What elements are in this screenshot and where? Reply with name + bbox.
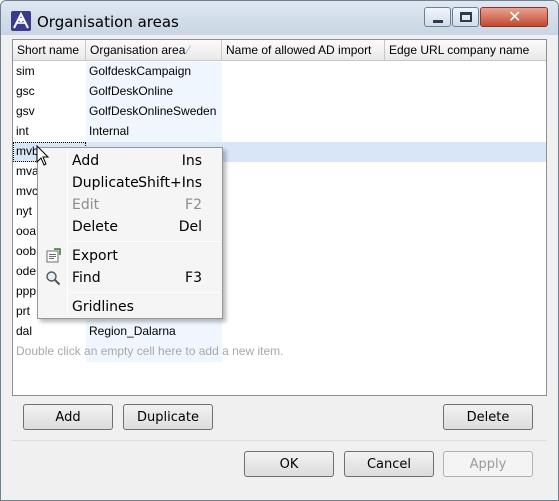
ok-button[interactable]: OK <box>244 451 334 477</box>
apply-button: Apply <box>443 451 533 477</box>
menu-item-shortcut: F2 <box>185 197 202 213</box>
short-name-cell[interactable]: gsv <box>13 102 86 122</box>
short-name-cell[interactable]: dal <box>13 322 86 342</box>
add-button[interactable]: Add <box>23 404 113 430</box>
close-icon: ✕ <box>508 9 522 26</box>
minimize-icon <box>433 20 443 23</box>
short-name-cell[interactable]: gsc <box>13 82 86 102</box>
maximize-icon <box>460 12 472 22</box>
column-header-organisation-area[interactable]: Organisation area ⁄ <box>86 40 222 61</box>
context-menu: Add Ins Duplicate Shift+Ins Edit F2 Dele… <box>37 147 223 319</box>
menu-item-label: Duplicate <box>72 175 139 191</box>
short-name-cell[interactable]: int <box>13 122 86 142</box>
table-row[interactable]: dal Region_Dalarna <box>13 322 546 342</box>
table-row[interactable]: gsc GolfDeskOnline <box>13 82 546 102</box>
menu-item-edit: Edit F2 <box>40 194 220 216</box>
menu-item-find[interactable]: Find F3 <box>40 267 220 289</box>
column-header-edge-url[interactable]: Edge URL company name <box>385 40 546 61</box>
close-button[interactable]: ✕ <box>480 7 548 27</box>
ascentia-logo-icon <box>11 11 31 31</box>
mouse-pointer-icon <box>36 144 50 167</box>
menu-item-label: Export <box>72 248 118 264</box>
menu-item-label: Delete <box>72 219 118 235</box>
menu-item-duplicate[interactable]: Duplicate Shift+Ins <box>40 172 220 194</box>
menu-item-label: Find <box>72 270 101 286</box>
organisation-area-cell[interactable]: GolfDeskOnlineSweden <box>86 102 222 122</box>
menu-separator <box>70 292 220 293</box>
table-row[interactable]: sim GolfdeskCampaign <box>13 62 546 82</box>
add-item-hint: Double click an empty cell here to add a… <box>16 344 284 358</box>
column-header-short-name[interactable]: Short name <box>13 40 86 61</box>
organisation-area-cell[interactable]: GolfDeskOnline <box>86 82 222 102</box>
menu-item-label: Add <box>72 153 100 169</box>
menu-item-shortcut: Shift+Ins <box>138 175 202 191</box>
sort-indicator: ⁄ <box>187 43 190 57</box>
minimize-button[interactable] <box>424 7 451 27</box>
window-title: Organisation areas <box>37 13 179 31</box>
title-bar[interactable]: Organisation areas ✕ <box>1 1 558 35</box>
magnifier-icon <box>45 270 61 286</box>
table-row[interactable]: int Internal <box>13 122 546 142</box>
table-header: Short name Organisation area ⁄ Name of al… <box>13 40 546 61</box>
export-icon <box>45 248 61 264</box>
menu-item-label: Edit <box>72 197 100 213</box>
table-row[interactable]: gsv GolfDeskOnlineSweden <box>13 102 546 122</box>
delete-button[interactable]: Delete <box>443 404 533 430</box>
menu-separator <box>70 241 220 242</box>
menu-item-label: Gridlines <box>72 299 134 315</box>
menu-item-shortcut: Del <box>178 219 202 235</box>
maximize-button[interactable] <box>452 7 479 27</box>
menu-item-shortcut: Ins <box>181 153 202 169</box>
menu-item-add[interactable]: Add Ins <box>40 150 220 172</box>
column-header-ad-import[interactable]: Name of allowed AD import <box>222 40 385 61</box>
menu-item-shortcut: F3 <box>185 270 202 286</box>
organisation-area-cell[interactable]: GolfdeskCampaign <box>86 62 222 82</box>
menu-item-delete[interactable]: Delete Del <box>40 216 220 238</box>
new-item-row[interactable]: Double click an empty cell here to add a… <box>13 342 546 362</box>
menu-item-gridlines[interactable]: Gridlines <box>40 296 220 318</box>
footer-divider <box>12 440 547 441</box>
cancel-button[interactable]: Cancel <box>344 451 434 477</box>
short-name-cell[interactable]: sim <box>13 62 86 82</box>
duplicate-button[interactable]: Duplicate <box>123 404 213 430</box>
organisation-area-cell[interactable]: Region_Dalarna <box>86 322 222 342</box>
menu-item-export[interactable]: Export <box>40 245 220 267</box>
organisation-areas-dialog: Organisation areas ✕ Short name Organisa… <box>0 0 559 501</box>
organisation-area-cell[interactable]: Internal <box>86 122 222 142</box>
